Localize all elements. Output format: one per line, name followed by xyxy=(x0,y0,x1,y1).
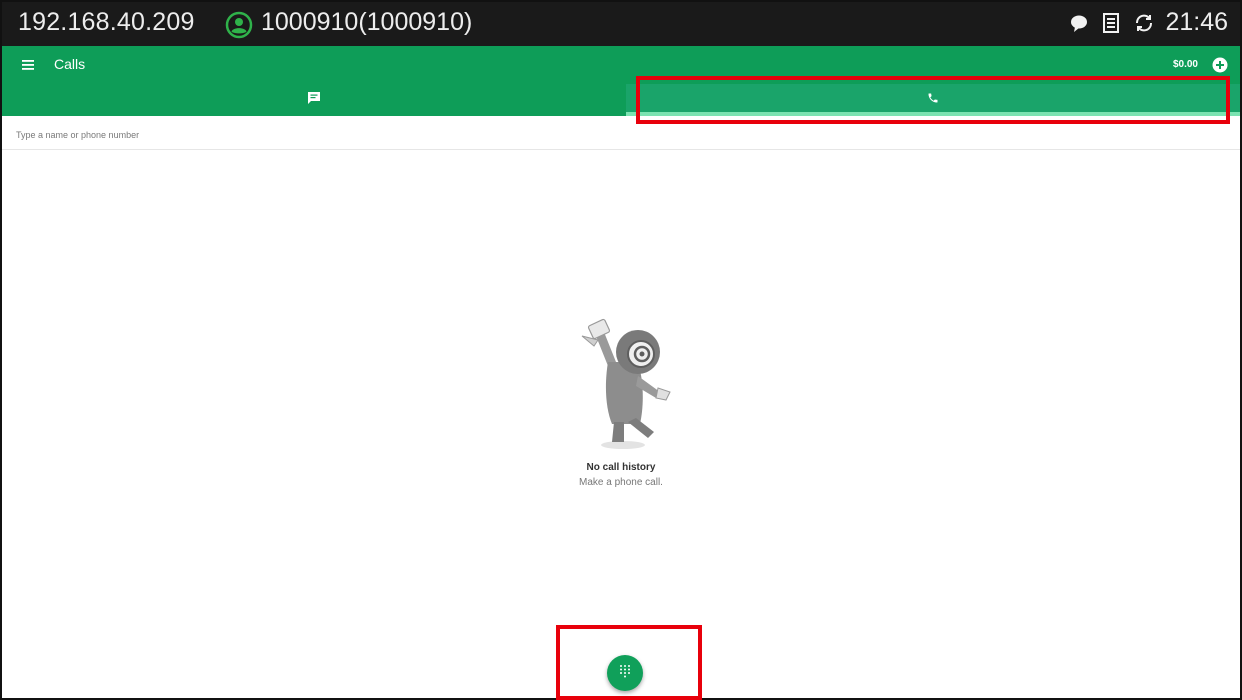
sim-card-icon xyxy=(1101,12,1121,34)
status-bar: 192.168.40.209 1000910(1000910) 21:46 xyxy=(2,2,1240,46)
highlight-box-dialpad xyxy=(556,625,702,700)
ip-address: 192.168.40.209 xyxy=(18,8,195,36)
account-icon xyxy=(225,11,253,39)
sync-icon xyxy=(1133,12,1153,34)
chat-bubble-icon xyxy=(1069,12,1089,34)
empty-state-subtitle: Make a phone call. xyxy=(579,477,663,488)
search-input[interactable] xyxy=(16,126,816,144)
highlight-box-calls-tab xyxy=(636,76,1230,124)
tab-messages[interactable] xyxy=(2,84,626,116)
clock: 21:46 xyxy=(1165,8,1228,36)
status-icons: 21:46 xyxy=(1069,8,1228,37)
page-title: Calls xyxy=(54,56,86,72)
empty-state-title: No call history xyxy=(586,462,656,473)
message-icon xyxy=(307,91,321,110)
search-bar xyxy=(2,120,1240,150)
empty-state-illustration xyxy=(568,306,678,456)
add-credit-icon[interactable] xyxy=(1212,57,1228,73)
credit-balance[interactable]: $0.00 xyxy=(1173,59,1198,70)
account-number: 1000910(1000910) xyxy=(261,8,473,36)
hamburger-menu-icon[interactable] xyxy=(20,56,38,74)
